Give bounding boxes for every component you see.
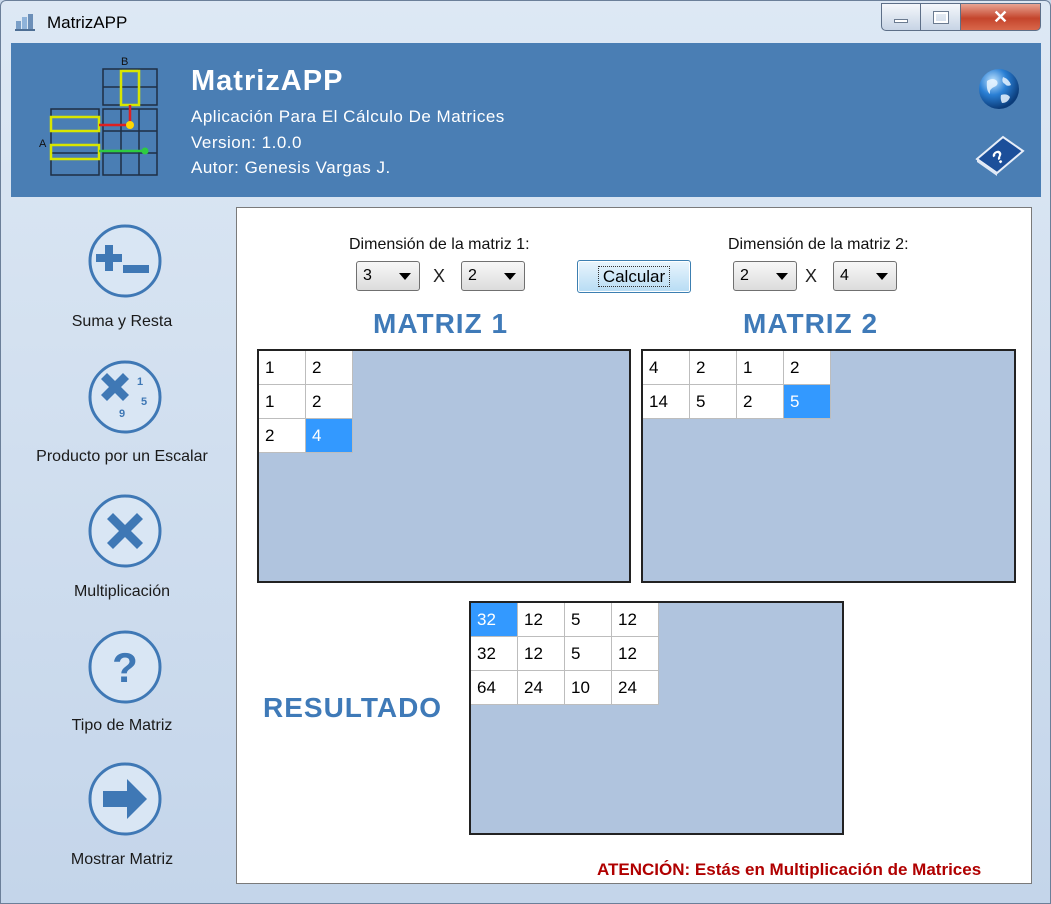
minimize-icon	[894, 19, 908, 23]
close-icon: ✕	[992, 6, 1009, 27]
svg-text:?: ?	[112, 644, 138, 691]
app-icon	[15, 14, 35, 31]
matrix-cell[interactable]: 2	[259, 419, 306, 453]
matrix2-grid[interactable]: 4 2 1 2 14 5 2 5	[641, 349, 1016, 583]
matrix1-title: MATRIZ 1	[373, 308, 509, 339]
dim1-cols-select[interactable]: 2	[461, 261, 525, 291]
chevron-down-icon	[504, 273, 516, 280]
chevron-down-icon	[876, 273, 888, 280]
dim-separator: X	[805, 266, 818, 286]
matrix1-grid[interactable]: 121224	[257, 349, 631, 583]
dim2-rows-select[interactable]: 2	[733, 261, 797, 291]
result-title: RESULTADO	[263, 692, 443, 723]
dim2-cols-select[interactable]: 4	[833, 261, 897, 291]
maximize-icon	[932, 10, 949, 24]
dim1-label: Dimensión de la matriz 1:	[349, 236, 530, 253]
scalar-digit: 9	[119, 408, 125, 420]
matrix2-title: MATRIZ 2	[743, 308, 879, 339]
matrix-cell[interactable]: 32	[471, 637, 518, 671]
matrix-cell[interactable]: 12	[612, 603, 659, 637]
sidebar-item-label: Producto por un Escalar	[36, 448, 208, 465]
scalar-product-icon: 1 5 9	[88, 360, 162, 434]
matrix-cell[interactable]: 2	[306, 385, 353, 419]
app-name: MatrizAPP	[191, 65, 344, 97]
help-book-icon[interactable]: ?	[973, 133, 1025, 177]
multiply-icon	[88, 494, 162, 568]
matrix-cell[interactable]: 12	[518, 603, 565, 637]
select-value: 3	[363, 267, 372, 284]
matrix-cell[interactable]: 24	[518, 671, 565, 705]
title-bar[interactable]: MatrizAPP ✕	[1, 1, 1050, 43]
sidebar-item-multiplicacion[interactable]: Multiplicación	[11, 493, 233, 623]
matrix-cell[interactable]: 24	[612, 671, 659, 705]
sidebar-item-label: Mostrar Matriz	[70, 851, 174, 868]
matrix-cell[interactable]: 5	[784, 385, 831, 419]
sidebar-item-label: Multiplicación	[73, 583, 171, 600]
logo-label-b: B	[121, 56, 128, 68]
dim2-label: Dimensión de la matriz 2:	[728, 236, 909, 253]
matrix-cell[interactable]: 1	[259, 351, 306, 385]
logo-label-a: A	[39, 138, 47, 150]
sidebar-item-tipo-matriz[interactable]: ? Tipo de Matriz	[11, 629, 233, 759]
app-subtitle: Aplicación Para El Cálculo De Matrices	[191, 107, 505, 126]
sidebar-item-mostrar-matriz[interactable]: Mostrar Matriz	[11, 761, 233, 891]
sidebar-item-label: Tipo de Matriz	[71, 717, 173, 734]
scalar-digit: 5	[141, 396, 147, 408]
chevron-down-icon	[399, 273, 411, 280]
sidebar-item-label: Suma y Resta	[71, 313, 173, 330]
matrix-cell[interactable]: 2	[737, 385, 784, 419]
matrix-cell[interactable]: 12	[518, 637, 565, 671]
matrix-cell[interactable]: 4	[306, 419, 353, 453]
dim1-rows-select[interactable]: 3	[356, 261, 420, 291]
question-icon: ?	[88, 630, 162, 704]
window-title: MatrizAPP	[47, 13, 128, 32]
dim-separator: X	[433, 266, 446, 286]
plus-minus-icon	[88, 224, 162, 298]
app-author: Autor: Genesis Vargas J.	[191, 158, 391, 177]
matrix-cell[interactable]: 12	[612, 637, 659, 671]
status-message: ATENCIÓN: Estás en Multiplicación de Mat…	[597, 860, 981, 880]
status-text: Estás en Multiplicación de Matrices	[690, 860, 982, 879]
close-button[interactable]: ✕	[961, 3, 1041, 31]
minimize-button[interactable]	[881, 3, 921, 31]
calcular-button[interactable]: Calcular	[577, 260, 691, 293]
matrix-cell[interactable]: 5	[565, 603, 612, 637]
sidebar-item-producto-escalar[interactable]: 1 5 9 Producto por un Escalar	[11, 359, 233, 489]
app-version: Version: 1.0.0	[191, 133, 302, 152]
sidebar: Suma y Resta 1 5 9 Producto por un Escal…	[11, 199, 233, 889]
select-value: 2	[740, 267, 749, 284]
app-window: MatrizAPP ✕ B A MatrizAPP Aplicación Par…	[0, 0, 1051, 904]
matrix-cell[interactable]: 10	[565, 671, 612, 705]
matrix-cell[interactable]: 2	[690, 351, 737, 385]
matrix-cell[interactable]: 4	[643, 351, 690, 385]
app-header: B A MatrizAPP Aplicación Para El Cálculo…	[11, 43, 1041, 197]
matrix-cell[interactable]: 5	[565, 637, 612, 671]
matrix-cell[interactable]: 5	[690, 385, 737, 419]
status-prefix: ATENCIÓN:	[597, 860, 691, 879]
matrix-cell[interactable]: 2	[306, 351, 353, 385]
matrix-cell[interactable]: 1	[737, 351, 784, 385]
sidebar-item-suma-resta[interactable]: Suma y Resta	[11, 223, 233, 353]
matrix-logo-icon: B A	[39, 56, 158, 176]
scalar-digit: 1	[137, 376, 143, 388]
chevron-down-icon	[776, 273, 788, 280]
select-value: 4	[840, 267, 849, 284]
matrix-cell[interactable]: 2	[784, 351, 831, 385]
select-value: 2	[468, 267, 477, 284]
matrix-cell[interactable]: 64	[471, 671, 518, 705]
result-grid[interactable]: 32 12 5 12 32 12 5 12 64 24 10 24	[469, 601, 844, 835]
matrix-cell[interactable]: 1	[259, 385, 306, 419]
arrow-right-icon	[88, 762, 162, 836]
globe-icon[interactable]	[977, 67, 1021, 111]
main-panel: Dimensión de la matriz 1: 3 X 2 Calcular…	[236, 207, 1032, 884]
matrix-cell[interactable]: 14	[643, 385, 690, 419]
maximize-button[interactable]	[921, 3, 961, 31]
calcular-label: Calcular	[597, 266, 671, 287]
matrix-cell[interactable]: 32	[471, 603, 518, 637]
